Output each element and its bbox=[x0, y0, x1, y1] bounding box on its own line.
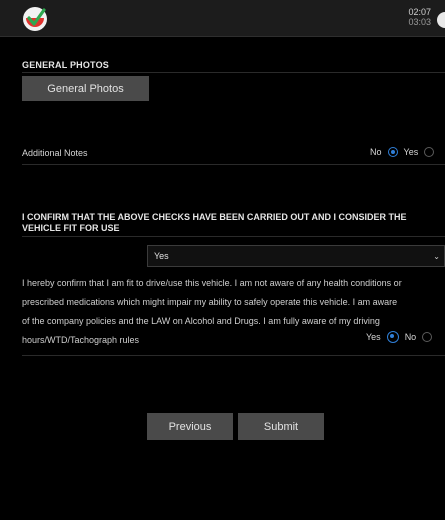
chevron-down-icon: ⌄ bbox=[433, 252, 440, 261]
session-timer: 03:03 bbox=[408, 17, 431, 27]
additional-notes-radio-group: No Yes bbox=[370, 147, 440, 157]
divider bbox=[22, 236, 445, 237]
declaration-line: of the company policies and the LAW on A… bbox=[22, 316, 380, 326]
declaration-line: prescribed medications which might impai… bbox=[22, 297, 398, 307]
clock-time: 02:07 bbox=[408, 7, 431, 17]
declaration-yes-label: Yes bbox=[366, 332, 381, 342]
declaration-yes-radio[interactable] bbox=[386, 331, 399, 343]
declaration-no-label: No bbox=[404, 332, 417, 342]
select-value: Yes bbox=[154, 251, 169, 261]
side-handle-icon[interactable] bbox=[437, 12, 445, 28]
declaration-line: I hereby confirm that I am fit to drive/… bbox=[22, 278, 402, 288]
notes-no-label: No bbox=[370, 147, 382, 157]
confirm-title: I CONFIRM THAT THE ABOVE CHECKS HAVE BEE… bbox=[22, 212, 407, 233]
clock: 02:07 03:03 bbox=[408, 7, 431, 27]
app-logo-icon bbox=[23, 7, 47, 31]
previous-button[interactable]: Previous bbox=[147, 413, 233, 440]
notes-yes-radio[interactable] bbox=[424, 147, 435, 157]
divider bbox=[22, 72, 445, 73]
divider bbox=[22, 164, 445, 165]
notes-no-radio[interactable] bbox=[387, 147, 398, 157]
declaration-no-radio[interactable] bbox=[422, 332, 433, 342]
app-header: 02:07 03:03 bbox=[0, 0, 445, 37]
notes-yes-label: Yes bbox=[403, 147, 419, 157]
additional-notes-label: Additional Notes bbox=[22, 148, 88, 158]
general-photos-button[interactable]: General Photos bbox=[22, 76, 149, 101]
vehicle-fit-select[interactable]: Yes ⌄ bbox=[147, 245, 445, 267]
general-photos-title: GENERAL PHOTOS bbox=[22, 60, 109, 70]
submit-button[interactable]: Submit bbox=[238, 413, 324, 440]
declaration-radio-group: Yes No bbox=[366, 331, 438, 343]
divider bbox=[22, 355, 445, 356]
